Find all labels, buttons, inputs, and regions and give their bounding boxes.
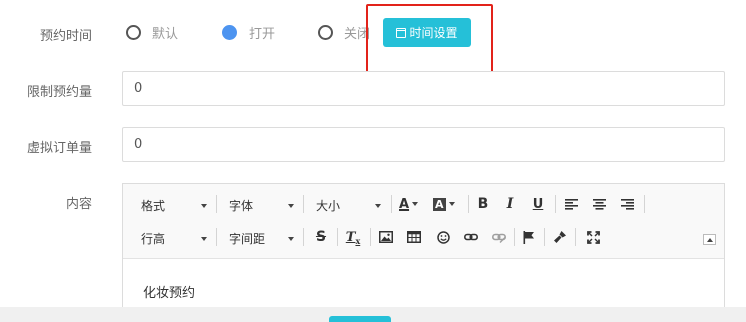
submit-button[interactable] (329, 316, 391, 322)
anchor-flag-icon[interactable] (520, 228, 538, 246)
image-icon[interactable] (377, 228, 395, 246)
radio-open-label: 打开 (249, 26, 276, 42)
collapse-toolbar-icon[interactable] (703, 234, 716, 245)
highlight-annotation-box (366, 4, 493, 74)
italic-icon[interactable]: I (501, 195, 519, 213)
radio-default[interactable]: 默认 (126, 24, 179, 42)
chevron-down-icon (201, 203, 208, 208)
format-painter-icon[interactable] (551, 228, 569, 246)
unlink-icon[interactable] (490, 228, 508, 246)
emoji-icon[interactable] (434, 228, 452, 246)
toolbar-divider (644, 195, 645, 213)
virtual-orders-label: 虚拟订单量 (26, 141, 92, 156)
radio-circle-icon (126, 24, 141, 40)
toolbar-divider (468, 195, 469, 213)
toolbar-divider (370, 228, 371, 246)
toolbar-divider (391, 195, 392, 213)
font-color-icon[interactable]: A (399, 195, 427, 213)
background-color-icon[interactable]: A (433, 195, 461, 213)
letter-spacing-dropdown-label: 字间距 (229, 232, 266, 246)
format-dropdown[interactable]: 格式 (141, 197, 208, 214)
toolbar-divider (216, 228, 217, 246)
toolbar-divider (555, 195, 556, 213)
format-dropdown-label: 格式 (141, 199, 166, 213)
line-height-dropdown[interactable]: 行高 (141, 230, 208, 247)
line-height-dropdown-label: 行高 (141, 232, 166, 246)
font-dropdown-label: 字体 (229, 199, 254, 213)
content-label: 内容 (65, 197, 92, 212)
chevron-down-icon (375, 203, 382, 208)
editor-toolbar: 格式 字体 大小 A A B I U 行高 字间距 S T x (123, 184, 724, 259)
align-left-icon[interactable] (562, 195, 580, 213)
limit-quantity-value: 0 (134, 81, 143, 96)
chevron-down-icon (201, 236, 208, 241)
size-dropdown-label: 大小 (316, 199, 341, 213)
toolbar-divider (337, 228, 338, 246)
rich-text-editor[interactable]: 格式 字体 大小 A A B I U 行高 字间距 S T x 化妆预约 (122, 183, 725, 322)
toolbar-divider (303, 228, 304, 246)
link-icon[interactable] (462, 228, 480, 246)
fullscreen-icon[interactable] (584, 228, 602, 246)
align-right-icon[interactable] (618, 195, 636, 213)
toolbar-divider (544, 228, 545, 246)
virtual-orders-input[interactable]: 0 (122, 127, 725, 162)
radio-circle-icon (318, 24, 333, 40)
bold-icon[interactable]: B (474, 195, 492, 213)
chevron-down-icon (288, 203, 295, 208)
limit-quantity-input[interactable]: 0 (122, 71, 725, 106)
editor-content-text[interactable]: 化妆预约 (143, 282, 195, 301)
clear-format-icon[interactable]: Tx (344, 228, 362, 247)
toolbar-divider (514, 228, 515, 246)
radio-close[interactable]: 关闭 (318, 24, 370, 40)
radio-open[interactable]: 打开 (222, 24, 276, 42)
toolbar-divider (216, 195, 217, 213)
radio-default-label: 默认 (152, 26, 179, 42)
font-dropdown[interactable]: 字体 (229, 197, 295, 214)
radio-checked-icon (222, 24, 237, 40)
underline-icon[interactable]: U (529, 195, 547, 213)
booking-time-label: 预约时间 (39, 29, 92, 44)
virtual-orders-value: 0 (134, 137, 143, 152)
letter-spacing-dropdown[interactable]: 字间距 (229, 230, 295, 247)
limit-quantity-label: 限制预约量 (26, 85, 92, 100)
toolbar-divider (303, 195, 304, 213)
toolbar-divider (575, 228, 576, 246)
align-center-icon[interactable] (590, 195, 608, 213)
table-icon[interactable] (405, 228, 423, 246)
strikethrough-icon[interactable]: S (312, 228, 330, 246)
size-dropdown[interactable]: 大小 (316, 197, 382, 214)
chevron-down-icon (288, 236, 295, 241)
